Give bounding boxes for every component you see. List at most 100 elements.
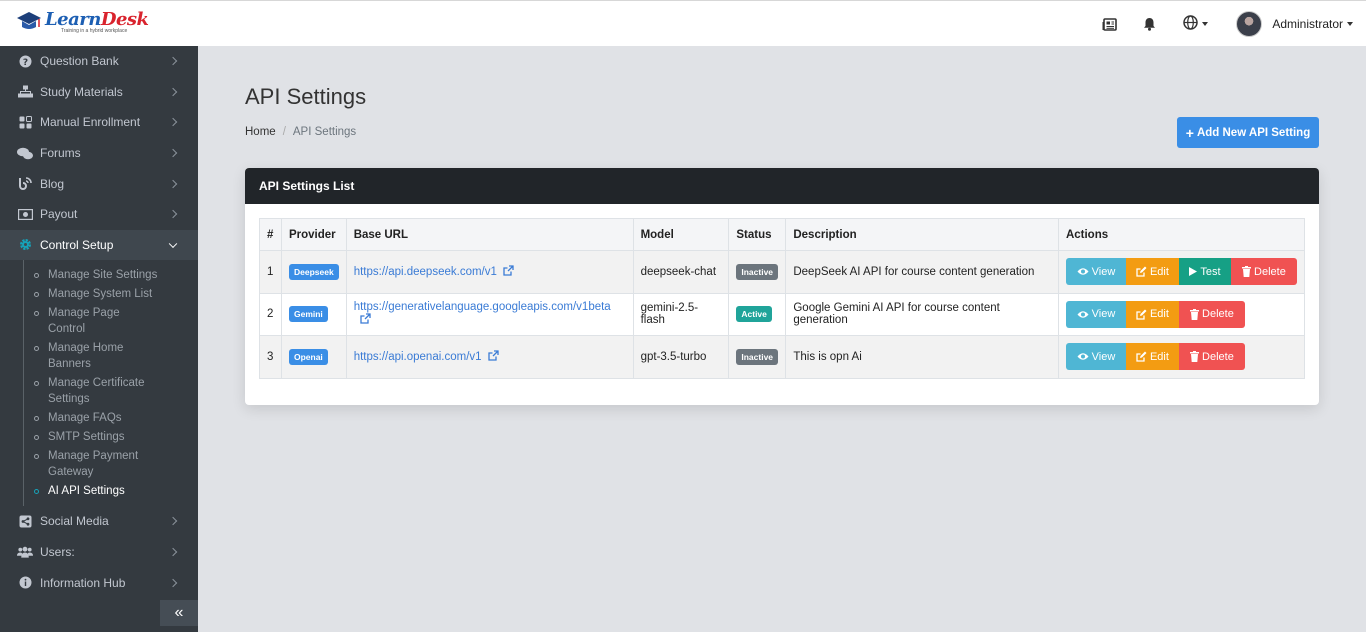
circle-icon <box>34 345 39 351</box>
base-url-link[interactable]: https://generativelanguage.googleapis.co… <box>354 301 611 313</box>
sidebar-item-label: Forums <box>40 146 81 161</box>
chevron-right-icon <box>168 57 178 66</box>
view-button[interactable]: View <box>1065 300 1126 328</box>
external-link-icon[interactable] <box>360 313 371 327</box>
edit-button[interactable]: Edit <box>1125 300 1179 328</box>
column-header: Model <box>632 218 730 251</box>
breadcrumb-separator: / <box>282 126 286 138</box>
sidebar-item-study-materials[interactable]: Study Materials <box>0 77 198 108</box>
table-header-row: # Provider Base URL Model Status Descrip… <box>259 218 1306 251</box>
sidebar-item-control-setup[interactable]: Control Setup <box>0 229 198 261</box>
blog-icon <box>17 177 33 191</box>
base-url-link[interactable]: https://api.openai.com/v1 <box>354 351 482 363</box>
language-menu[interactable] <box>1178 13 1212 35</box>
chevron-right-icon <box>168 547 178 557</box>
chevron-right-icon <box>168 148 178 158</box>
svg-text:?: ? <box>22 58 27 68</box>
base-url-link[interactable]: https://api.deepseek.com/v1 <box>354 266 497 278</box>
edit-icon <box>1136 266 1147 277</box>
sidebar-item-label: Users: <box>40 545 75 560</box>
external-link-icon[interactable] <box>503 265 514 279</box>
sidebar-item-forums[interactable]: Forums <box>0 138 198 169</box>
column-header: Base URL <box>345 218 634 251</box>
avatar[interactable] <box>1236 11 1263 37</box>
sidebar-collapse-button[interactable]: « <box>160 600 198 626</box>
grid-icon <box>17 115 33 129</box>
logo[interactable]: LearnDesk Training in a hybrid workplace <box>16 9 149 35</box>
provider-badge: Gemini <box>288 306 328 323</box>
delete-button[interactable]: Delete <box>1178 343 1245 371</box>
table-row: 1 Deepseek https://api.deepseek.com/v1 d… <box>259 250 1306 294</box>
chevron-down-icon[interactable] <box>1347 22 1353 26</box>
view-button[interactable]: View <box>1065 258 1126 286</box>
sidebar-item-information-hub[interactable]: Information Hub <box>0 567 198 598</box>
brand-part2: Desk <box>100 8 149 30</box>
chevron-right-icon <box>168 179 178 188</box>
circle-icon <box>34 272 39 278</box>
circle-icon <box>34 380 39 386</box>
sidebar-subitem-system-list[interactable]: Manage System List <box>0 286 198 302</box>
description-cell: DeepSeek AI API for course content gener… <box>785 250 1059 294</box>
delete-button[interactable]: Delete <box>1178 300 1245 328</box>
sidebar-subitem-site-settings[interactable]: Manage Site Settings <box>0 267 198 283</box>
description-cell: Google Gemini AI API for course content … <box>785 292 1059 336</box>
column-header: Status <box>728 218 787 251</box>
model-cell: deepseek-chat <box>632 250 730 294</box>
sidebar-item-payout[interactable]: Payout <box>0 199 198 230</box>
sidebar-subitem-smtp-settings[interactable]: SMTP Settings <box>0 429 198 445</box>
column-header: Actions <box>1057 218 1306 251</box>
column-header: Provider <box>280 218 347 251</box>
circle-icon <box>34 453 39 459</box>
table-row: 2 Gemini https://generativelanguage.goog… <box>259 292 1306 336</box>
view-button[interactable]: View <box>1065 343 1126 371</box>
user-name[interactable]: Administrator <box>1272 17 1343 31</box>
edit-button[interactable]: Edit <box>1125 343 1179 371</box>
top-navbar: LearnDesk Training in a hybrid workplace… <box>0 0 1366 46</box>
sidebar-item-blog[interactable]: Blog <box>0 168 198 199</box>
breadcrumb-home[interactable]: Home <box>245 126 276 138</box>
sidebar-item-manual-enrollment[interactable]: Manual Enrollment <box>0 107 198 138</box>
api-settings-table: # Provider Base URL Model Status Descrip… <box>259 218 1306 379</box>
info-icon <box>17 576 33 590</box>
chevron-right-icon <box>168 210 178 219</box>
circle-icon <box>34 488 39 494</box>
sidebar-item-users[interactable]: Users: <box>0 537 198 568</box>
trash-icon <box>1190 351 1200 363</box>
delete-button[interactable]: Delete <box>1230 258 1297 286</box>
bell-icon[interactable] <box>1138 13 1160 35</box>
sidebar-item-question-bank[interactable]: ? Question Bank <box>0 46 198 77</box>
sidebar-subitem-payment-gateway[interactable]: Manage Payment Gateway <box>0 448 198 480</box>
external-link-icon[interactable] <box>487 350 499 364</box>
sidebar-subitem-ai-api-settings[interactable]: AI API Settings <box>0 483 198 499</box>
sidebar: ? Question Bank Study Materials Manual E… <box>0 46 198 632</box>
eye-icon <box>1077 310 1089 319</box>
plus-icon: + <box>1185 124 1194 141</box>
chevron-down-icon <box>1201 22 1208 26</box>
money-icon <box>17 207 33 221</box>
edit-button[interactable]: Edit <box>1125 258 1179 286</box>
chevron-right-icon <box>168 87 178 97</box>
sidebar-subitem-home-banners[interactable]: Manage Home Banners <box>0 340 198 372</box>
edit-icon <box>1136 351 1147 362</box>
test-button[interactable]: Test <box>1178 258 1231 286</box>
control-setup-submenu: Manage Site Settings Manage System List … <box>0 260 198 507</box>
sidebar-item-label: Manual Enrollment <box>40 115 141 130</box>
eye-icon <box>1077 352 1089 361</box>
trash-icon <box>1242 266 1252 278</box>
column-header: # <box>259 218 282 251</box>
add-api-setting-button[interactable]: + Add New API Setting <box>1177 117 1319 148</box>
chevron-right-icon <box>168 578 178 587</box>
news-icon[interactable] <box>1098 13 1120 35</box>
sidebar-item-social-media[interactable]: Social Media <box>0 506 198 537</box>
sidebar-item-label: Study Materials <box>40 84 123 99</box>
breadcrumb: Home / API Settings <box>245 126 356 138</box>
sidebar-subitem-faqs[interactable]: Manage FAQs <box>0 410 198 426</box>
play-icon <box>1189 267 1198 277</box>
add-button-label: Add New API Setting <box>1196 126 1311 139</box>
circle-icon <box>34 415 39 421</box>
sidebar-subitem-certificate-settings[interactable]: Manage Certificate Settings <box>0 375 198 407</box>
graduation-cap-icon <box>16 9 42 35</box>
description-cell: This is opn Ai <box>785 335 1059 379</box>
question-circle-icon: ? <box>17 54 33 68</box>
sidebar-subitem-page-control[interactable]: Manage Page Control <box>0 305 198 337</box>
